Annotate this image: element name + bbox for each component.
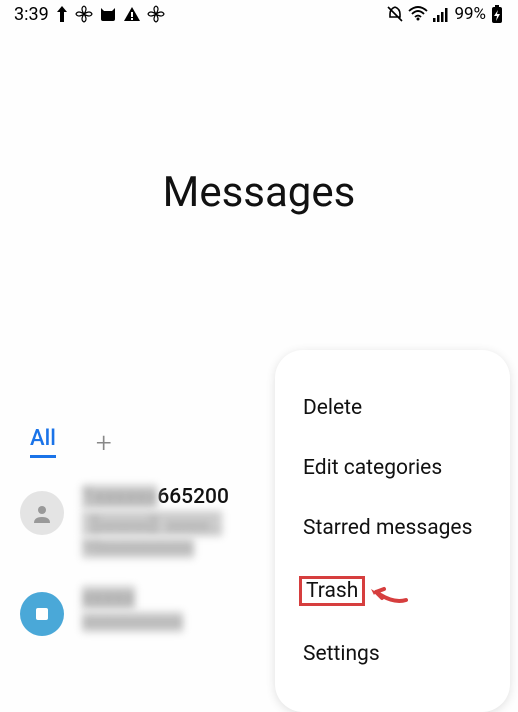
battery-percent: 99% [454,4,486,24]
warning-icon [123,5,141,23]
popup-menu: Delete Edit categories Starred messages … [275,350,510,712]
menu-edit-categories[interactable]: Edit categories [275,438,510,498]
redacted-text: 10xxxxxxxxxxx [82,538,194,558]
annotation-arrow-icon [368,580,408,614]
avatar [20,592,64,636]
status-left: 3:39 [14,4,165,25]
wifi-icon [408,5,428,23]
signal-icon [432,5,450,23]
pinwheel-icon [75,5,93,23]
upload-icon [55,5,69,23]
highlight-box: Trash [299,576,365,606]
sender-suffix: 665200 [157,485,229,509]
status-bar: 3:39 99% [0,0,518,28]
battery-charging-icon [490,4,504,24]
redacted-text: 1xxxxxx [82,485,157,509]
mute-icon [386,5,404,23]
pinwheel-icon-2 [147,5,165,23]
avatar [20,491,64,535]
redacted-text: xxxxxxxxxxxx [82,612,183,632]
menu-settings[interactable]: Settings [275,624,510,684]
status-time: 3:39 [14,4,49,25]
redacted-text: 【xxxxxx】xxxxx... [82,511,222,536]
page-title: Messages [0,168,518,217]
redacted-text: xxxxx [82,586,135,610]
cat-icon [99,5,117,23]
menu-delete[interactable]: Delete [275,378,510,438]
menu-starred-messages[interactable]: Starred messages [275,498,510,558]
status-right: 99% [386,4,504,24]
tab-all[interactable]: All [30,426,56,458]
tab-add[interactable]: + [96,426,112,459]
